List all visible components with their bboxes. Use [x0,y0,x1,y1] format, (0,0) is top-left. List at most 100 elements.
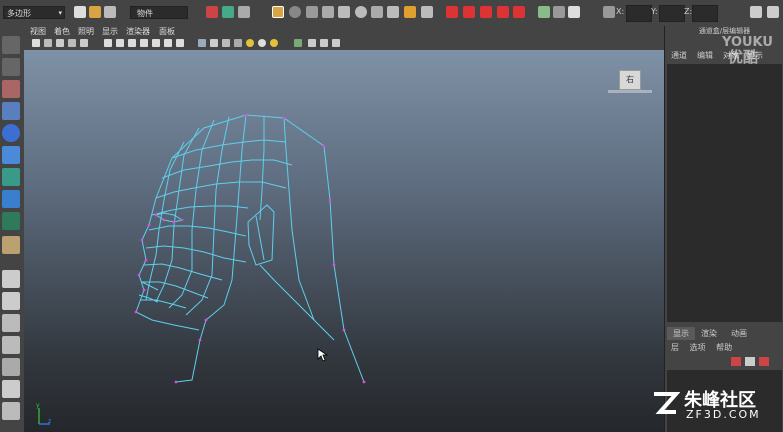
snap-view-icon[interactable] [322,6,334,18]
move-icon[interactable] [371,6,383,18]
graph-layout-icon[interactable] [2,336,20,354]
new-layer-selected-icon[interactable] [745,357,755,366]
selection-mode-field[interactable]: 物件 [130,6,188,19]
wireframe-toggle-icon[interactable] [176,39,184,47]
select-hierarchy-icon[interactable] [206,6,218,18]
gate-mask-icon[interactable] [128,39,136,47]
xray-joints-icon[interactable] [320,39,328,47]
menu-view[interactable]: 视图 [30,26,46,37]
ambient-occlusion-icon[interactable] [270,39,278,47]
attribute-editor-icon[interactable] [568,6,580,18]
open-scene-icon[interactable] [89,6,101,18]
layer-editor-tabs: 显示 渲染 动画 [667,327,783,340]
menu-set-label: 多边形 [7,9,31,18]
render-view-icon[interactable] [513,6,525,18]
grid-toggle-icon[interactable] [80,39,88,47]
xray-icon[interactable] [308,39,316,47]
new-scene-icon[interactable] [74,6,86,18]
select-camera-icon[interactable] [32,39,40,47]
render-layout-icon[interactable] [2,380,20,398]
wireframe-on-shaded-icon[interactable] [210,39,218,47]
z-coord-input[interactable] [692,5,718,22]
menu-shading[interactable]: 着色 [54,26,70,37]
script-layout-icon[interactable] [2,402,20,420]
manipulator-tool-icon[interactable] [2,168,20,186]
x-coord-label: X: [616,7,625,16]
outliner-layout-icon[interactable] [2,314,20,332]
four-pane-layout-icon[interactable] [2,292,20,310]
menu-show[interactable]: 显示 [102,26,118,37]
backface-culling-icon[interactable] [332,39,340,47]
rotate-tool-icon[interactable] [2,124,20,142]
menu-options[interactable]: 选项 [690,343,706,352]
y-coord-input[interactable] [659,5,685,22]
resolution-gate-icon[interactable] [116,39,124,47]
bookmark-icon[interactable] [56,39,64,47]
last-tool-icon[interactable] [2,236,20,254]
select-tool-icon[interactable] [2,36,20,54]
tab-anim[interactable]: 动画 [725,327,753,340]
channel-box-panel: 通道盒/层编辑器 通道 编辑 对象 显示 显示 渲染 动画 层 选项 帮助 [664,26,783,432]
toggle-sidebar-icon[interactable] [750,6,762,18]
menu-panels[interactable]: 面板 [159,26,175,37]
transform-mode-icon[interactable] [603,6,615,18]
snap-grid-icon[interactable] [272,6,284,18]
construction-history-icon[interactable] [421,6,433,18]
shadows-icon[interactable] [258,39,266,47]
show-manipulator-icon[interactable] [2,212,20,230]
menu-lighting[interactable]: 照明 [78,26,94,37]
tab-render[interactable]: 渲染 [695,327,723,340]
channel-box-area[interactable] [667,64,782,322]
target-icon[interactable] [355,6,367,18]
menu-channels[interactable]: 通道 [671,50,687,61]
tab-display[interactable]: 显示 [667,327,695,340]
smooth-shade-icon[interactable] [198,39,206,47]
channel-box-icon[interactable] [767,6,779,18]
menu-set-dropdown[interactable]: 多边形 ▾ [3,6,65,19]
layout-icon[interactable] [538,6,550,18]
render-settings-icon[interactable] [480,6,492,18]
snap-point-icon[interactable] [306,6,318,18]
soft-mod-tool-icon[interactable] [2,190,20,208]
viewport[interactable]: 右 y z [24,50,664,432]
zf3d-url: ZF3D.COM [686,408,761,421]
new-layer-icon[interactable] [731,357,741,366]
panel-icon[interactable] [553,6,565,18]
use-all-lights-icon[interactable] [234,39,242,47]
menu-layers[interactable]: 层 [671,343,679,352]
hypershade-layout-icon[interactable] [2,358,20,376]
scale-tool-icon[interactable] [2,146,20,164]
select-object-icon[interactable] [222,6,234,18]
safe-title-icon[interactable] [164,39,172,47]
svg-text:y: y [36,402,40,409]
isolate-select-icon[interactable] [294,39,302,47]
save-scene-icon[interactable] [104,6,116,18]
chevron-down-icon: ▾ [58,9,62,17]
single-pane-layout-icon[interactable] [2,270,20,288]
safe-action-icon[interactable] [152,39,160,47]
x-coord-input[interactable] [626,5,652,22]
default-light-icon[interactable] [246,39,254,47]
snap-surface-icon[interactable] [338,6,350,18]
lock-icon[interactable] [404,6,416,18]
layer-editor-menu: 层 选项 帮助 [671,342,732,353]
textured-icon[interactable] [222,39,230,47]
layer-options-icon[interactable] [759,357,769,366]
render-frame-icon[interactable] [446,6,458,18]
menu-renderer[interactable]: 渲染器 [126,26,150,37]
menu-edit[interactable]: 编辑 [697,50,713,61]
help-icon[interactable] [387,6,399,18]
ipr-render-icon[interactable] [463,6,475,18]
camera-attributes-icon[interactable] [44,39,52,47]
film-gate-icon[interactable] [104,39,112,47]
menu-help[interactable]: 帮助 [716,343,732,352]
move-tool-icon[interactable] [2,102,20,120]
lasso-tool-icon[interactable] [2,58,20,76]
snap-curve-icon[interactable] [289,6,301,18]
hypershade-icon[interactable] [497,6,509,18]
image-plane-icon[interactable] [68,39,76,47]
select-component-icon[interactable] [238,6,250,18]
head-wireframe[interactable] [24,50,664,432]
paint-select-tool-icon[interactable] [2,80,20,98]
field-chart-icon[interactable] [140,39,148,47]
